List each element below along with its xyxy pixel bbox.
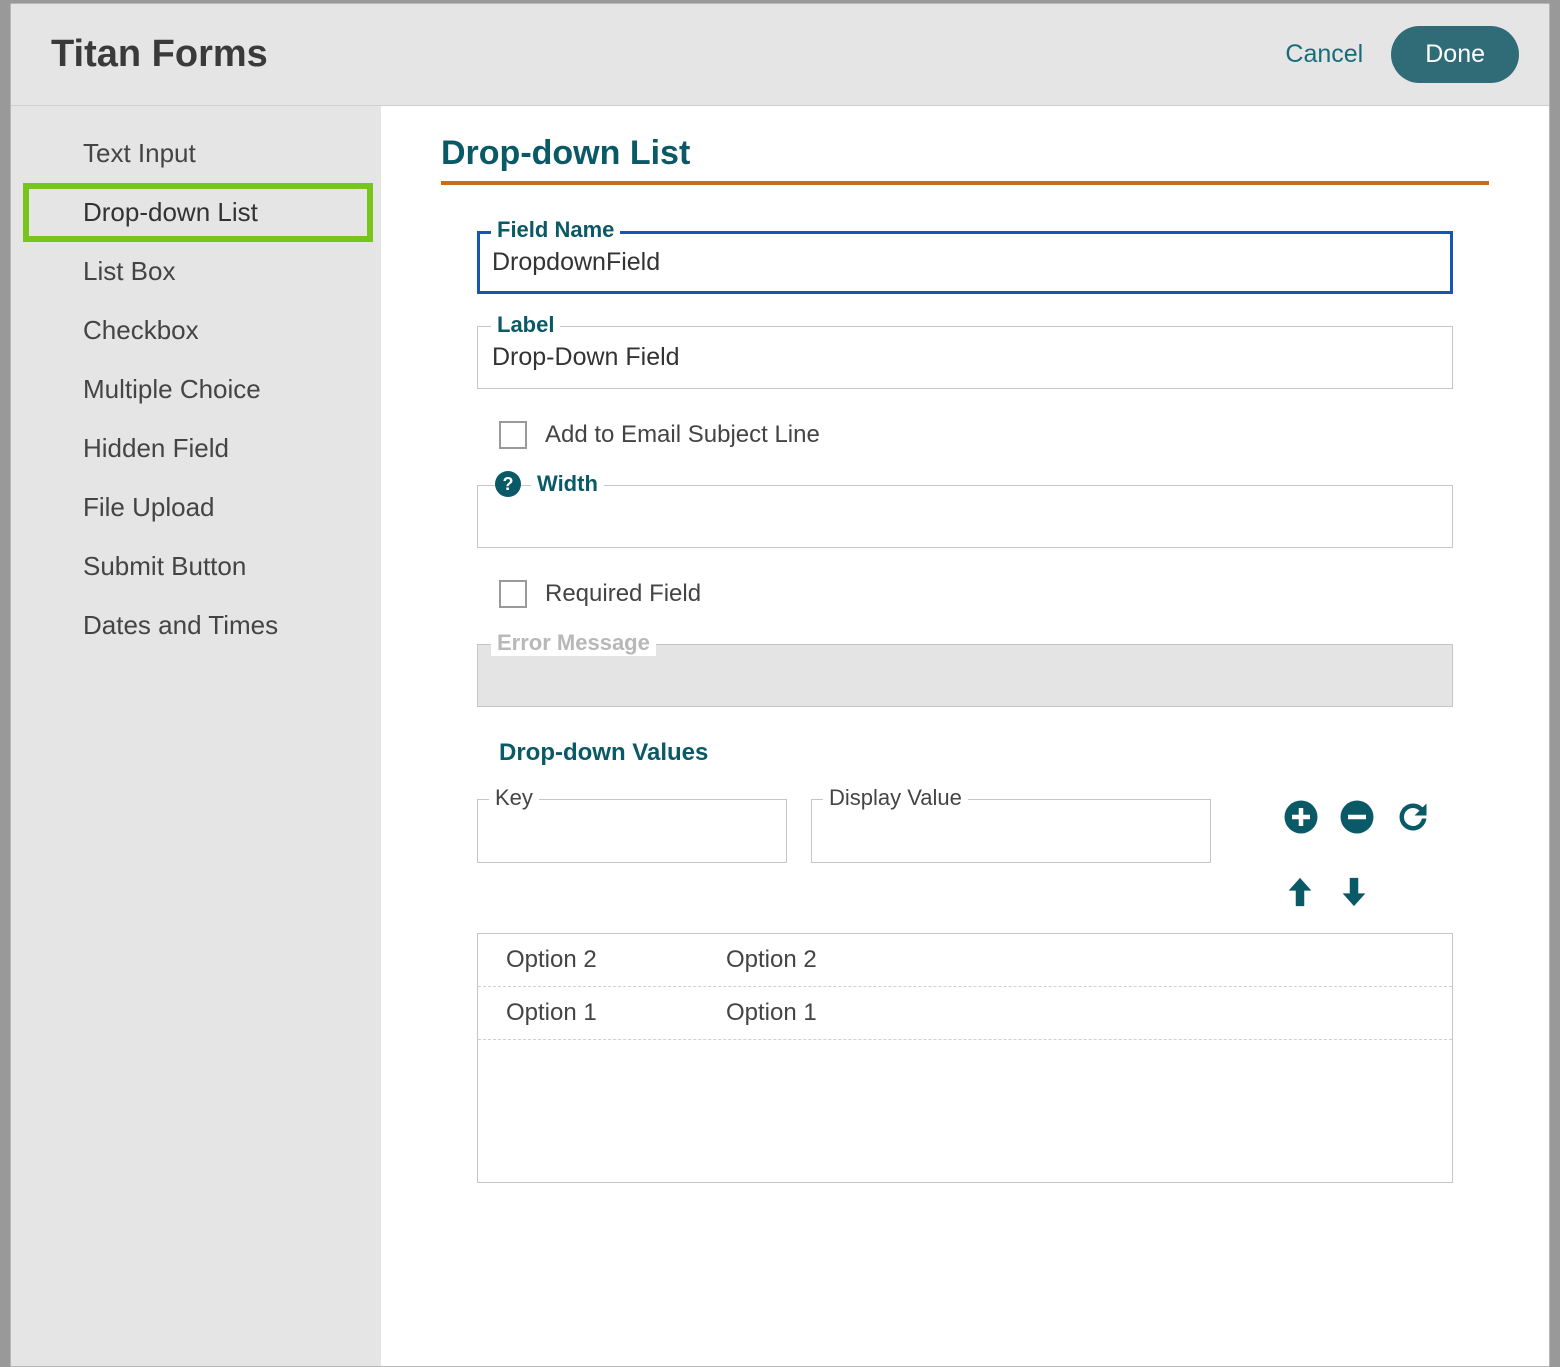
option-controls-row1 xyxy=(1283,799,1431,835)
option-controls xyxy=(1283,799,1431,909)
sidebar-item-checkbox[interactable]: Checkbox xyxy=(11,301,381,360)
remove-option-icon[interactable] xyxy=(1339,799,1375,835)
field-name-legend: Field Name xyxy=(491,217,620,243)
done-button[interactable]: Done xyxy=(1391,26,1519,83)
add-email-subject-checkbox[interactable] xyxy=(499,421,527,449)
label-legend: Label xyxy=(491,312,560,338)
modal-header: Titan Forms Cancel Done xyxy=(11,4,1549,105)
sidebar-item-list-box[interactable]: List Box xyxy=(11,242,381,301)
key-legend: Key xyxy=(489,785,539,811)
option-display: Option 2 xyxy=(726,946,817,974)
sidebar-item-text-input[interactable]: Text Input xyxy=(11,124,381,183)
required-field-checkbox[interactable] xyxy=(499,580,527,608)
option-key: Option 1 xyxy=(506,999,726,1027)
label-block: Label xyxy=(477,326,1453,389)
cancel-button[interactable]: Cancel xyxy=(1285,40,1363,69)
help-icon[interactable]: ? xyxy=(495,471,521,497)
modal-body: Text Input Drop-down List List Box Check… xyxy=(11,105,1549,1366)
field-name-input[interactable] xyxy=(477,231,1453,294)
error-message-block: Error Message xyxy=(477,644,1453,707)
main-panel: Drop-down List Field Name Label Add to E… xyxy=(381,106,1549,1366)
dropdown-values-title: Drop-down Values xyxy=(499,739,1453,767)
sidebar-item-drop-down-list[interactable]: Drop-down List xyxy=(23,183,373,242)
sidebar-item-hidden-field[interactable]: Hidden Field xyxy=(11,419,381,478)
page-title: Drop-down List xyxy=(441,134,1489,185)
add-option-icon[interactable] xyxy=(1283,799,1319,835)
width-legend: Width xyxy=(531,471,604,497)
display-value-legend: Display Value xyxy=(823,785,968,811)
reset-options-icon[interactable] xyxy=(1395,799,1431,835)
sidebar-item-file-upload[interactable]: File Upload xyxy=(11,478,381,537)
option-display: Option 1 xyxy=(726,999,817,1027)
required-field-row: Required Field xyxy=(499,580,1453,608)
field-name-block: Field Name xyxy=(477,231,1453,294)
required-field-label: Required Field xyxy=(545,580,701,608)
key-value-row: Key Display Value xyxy=(477,799,1453,909)
width-input[interactable] xyxy=(477,485,1453,548)
display-value-field-block: Display Value xyxy=(811,799,1211,863)
add-email-subject-label: Add to Email Subject Line xyxy=(545,421,820,449)
header-actions: Cancel Done xyxy=(1285,26,1519,83)
sidebar: Text Input Drop-down List List Box Check… xyxy=(11,106,381,1366)
add-email-subject-row: Add to Email Subject Line xyxy=(499,421,1453,449)
move-down-icon[interactable] xyxy=(1337,875,1371,909)
move-up-icon[interactable] xyxy=(1283,875,1317,909)
option-controls-row2 xyxy=(1283,875,1431,909)
sidebar-item-multiple-choice[interactable]: Multiple Choice xyxy=(11,360,381,419)
label-input[interactable] xyxy=(477,326,1453,389)
option-key: Option 2 xyxy=(506,946,726,974)
option-row[interactable]: Option 1 Option 1 xyxy=(478,987,1452,1040)
sidebar-item-submit-button[interactable]: Submit Button xyxy=(11,537,381,596)
option-row[interactable]: Option 2 Option 2 xyxy=(478,934,1452,987)
modal: Titan Forms Cancel Done Text Input Drop-… xyxy=(10,3,1550,1367)
error-message-legend: Error Message xyxy=(491,630,656,656)
width-block: ? Width xyxy=(477,485,1453,548)
key-field-block: Key xyxy=(477,799,787,863)
sidebar-item-dates-and-times[interactable]: Dates and Times xyxy=(11,596,381,655)
options-table: Option 2 Option 2 Option 1 Option 1 xyxy=(477,933,1453,1183)
app-title: Titan Forms xyxy=(51,33,268,76)
